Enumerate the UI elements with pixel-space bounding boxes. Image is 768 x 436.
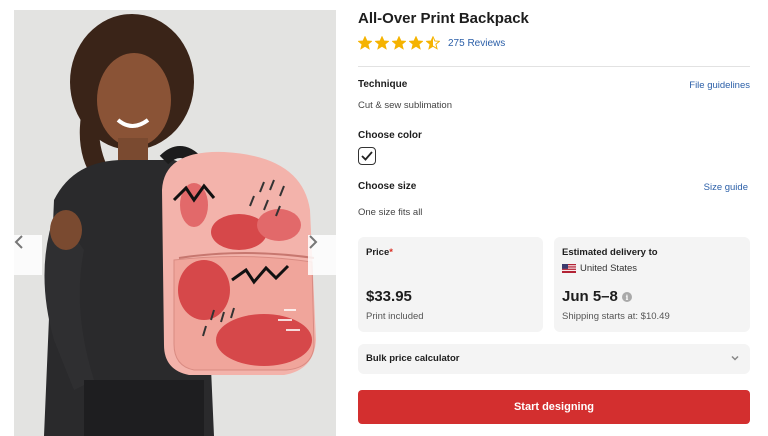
start-designing-button[interactable]: Start designing <box>358 390 750 424</box>
star-rating <box>358 36 440 50</box>
shipping-note: Shipping starts at: $10.49 <box>562 311 670 322</box>
delivery-country[interactable]: United States <box>562 263 637 274</box>
product-photo <box>44 14 316 436</box>
choose-size-label: Choose size <box>358 181 417 192</box>
star-full-icon <box>358 36 372 50</box>
technique-label: Technique <box>358 79 408 90</box>
price-title: Price* <box>366 247 393 258</box>
size-guide-link[interactable]: Size guide <box>704 182 748 193</box>
price-card: Price* $33.95 Print included <box>358 237 543 332</box>
divider <box>358 66 750 67</box>
chevron-right-icon <box>309 235 318 249</box>
choose-color-label: Choose color <box>358 130 422 141</box>
color-swatch-selected[interactable] <box>358 147 376 165</box>
price-value: $33.95 <box>366 288 412 305</box>
required-mark: * <box>389 247 393 258</box>
check-icon <box>361 151 373 161</box>
info-icon[interactable]: i <box>622 292 632 302</box>
star-full-icon <box>375 36 389 50</box>
bulk-label: Bulk price calculator <box>366 353 460 364</box>
product-title: All-Over Print Backpack <box>358 10 529 27</box>
country-name: United States <box>580 263 638 274</box>
delivery-card: Estimated delivery to United States Jun … <box>554 237 750 332</box>
gallery-prev-button[interactable] <box>14 235 42 275</box>
price-note: Print included <box>366 311 424 322</box>
gallery-next-button[interactable] <box>308 235 336 275</box>
technique-value: Cut & sew sublimation <box>358 100 452 111</box>
bulk-price-calculator[interactable]: Bulk price calculator <box>358 344 750 374</box>
file-guidelines-link[interactable]: File guidelines <box>689 80 750 91</box>
delivery-dates: Jun 5–8 <box>562 288 618 305</box>
reviews-link[interactable]: 275 Reviews <box>448 38 505 49</box>
us-flag-icon <box>562 264 576 273</box>
star-half-icon <box>426 36 440 50</box>
chevron-left-icon <box>14 235 23 249</box>
rating-row: 275 Reviews <box>358 36 505 50</box>
size-value: One size fits all <box>358 207 423 218</box>
delivery-title: Estimated delivery to <box>562 247 658 258</box>
product-gallery <box>14 10 336 436</box>
price-label: Price <box>366 247 390 258</box>
star-full-icon <box>392 36 406 50</box>
chevron-down-icon <box>731 355 739 361</box>
star-full-icon <box>409 36 423 50</box>
